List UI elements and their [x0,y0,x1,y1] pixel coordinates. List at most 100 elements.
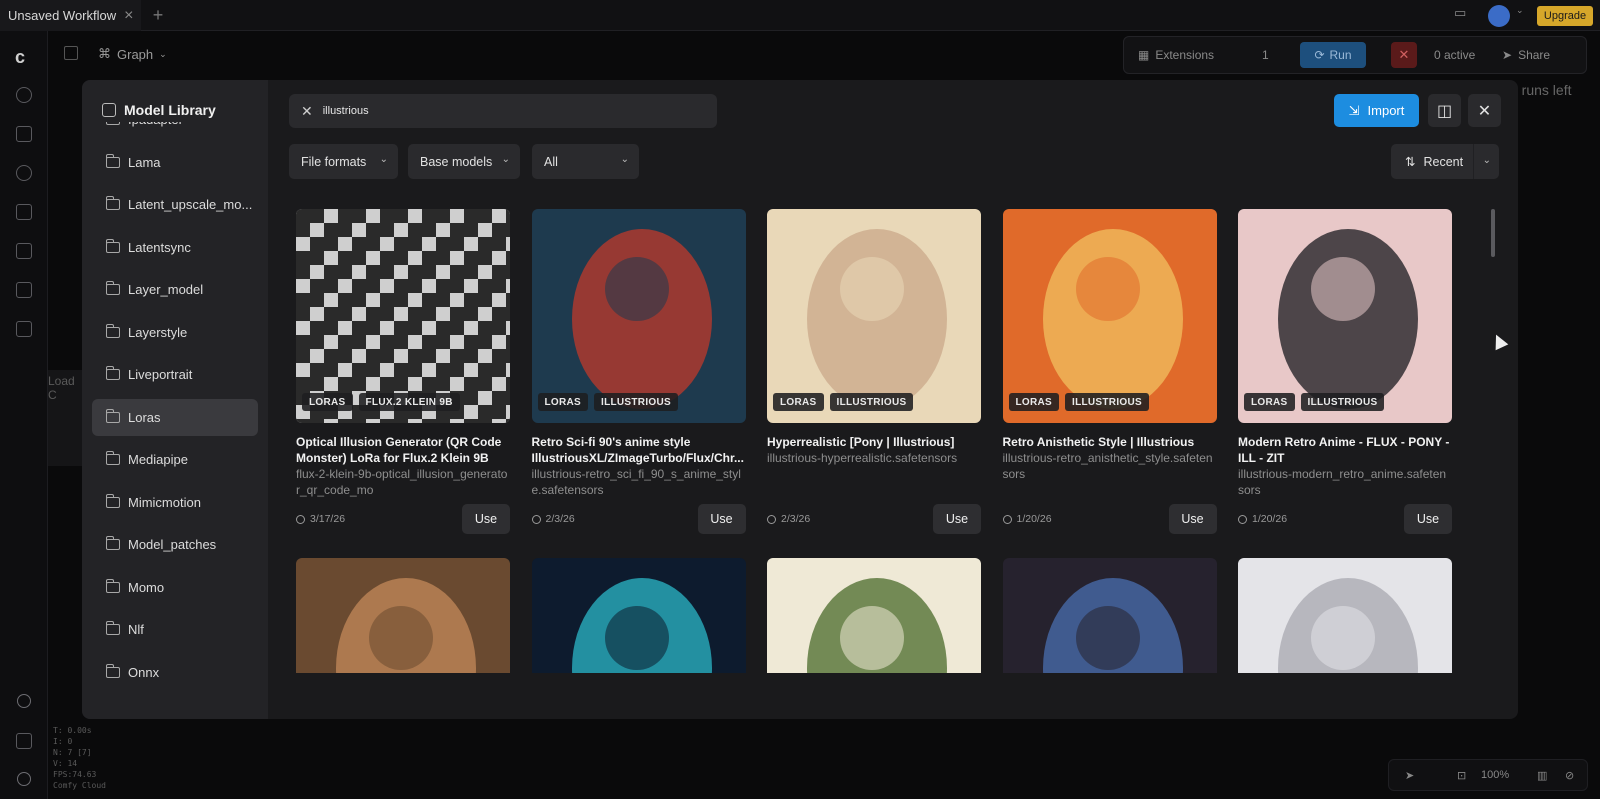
grid-scrollbar[interactable] [1491,209,1495,673]
image-icon[interactable] [16,126,32,142]
folder-item[interactable]: Latent_upscale_mo... [92,186,258,223]
graph-label: Graph [117,46,154,62]
avatar[interactable] [1488,5,1510,27]
graph-icon: ⌘ [98,46,111,61]
workflow-icon[interactable] [16,243,32,259]
model-card[interactable] [767,558,981,673]
model-icon[interactable] [16,204,32,220]
debug-line: FPS:74.63 [53,770,97,779]
toggle-panel-icon[interactable]: ◫ [1428,94,1461,127]
model-thumbnail[interactable] [1238,558,1452,673]
folder-item[interactable]: Layerstyle [92,314,258,351]
link-visibility-icon[interactable]: ⊘ [1565,769,1574,782]
add-tab-icon[interactable]: + [148,5,168,25]
folder-icon [105,663,120,678]
panel-toggle-icon[interactable] [64,46,78,60]
all-dropdown[interactable]: All ⌄ [532,144,639,179]
use-button[interactable]: Use [933,504,981,534]
model-date: 3/17/26 [296,513,345,525]
model-card[interactable]: LORAS ILLUSTRIOUS Retro Anisthetic Style |… [1002,209,1217,539]
tab-workflow[interactable]: Unsaved Workflow × [0,0,142,31]
node-icon[interactable] [16,165,32,181]
model-thumbnail[interactable]: LORAS ILLUSTRIOUS [767,209,981,423]
use-button[interactable]: Use [697,504,746,534]
canvas-node[interactable]: Load C [48,370,82,466]
model-filename: illustrious-retro_sci_fi_90_s_anime_styl… [531,467,741,497]
chevron-down-icon: ⌄ [501,154,510,165]
search-box[interactable]: ✕ [289,94,717,128]
folder-item[interactable]: Nlf [92,611,258,648]
folder-item[interactable]: Model_patches [92,526,258,563]
folder-item[interactable]: Mimicmotion [92,484,258,521]
model-card[interactable] [1238,558,1452,673]
folder-item[interactable]: Liveportrait [92,356,258,393]
minimap-icon[interactable]: ▥ [1537,769,1547,782]
pointer-icon[interactable]: ➤ [1405,769,1414,782]
thumbnail-art [296,558,510,673]
run-button[interactable]: ⟳ Run [1300,42,1366,68]
template-icon[interactable] [16,282,32,298]
import-button[interactable]: ⇲ Import [1334,94,1419,127]
chevron-down-icon[interactable]: ⌄ [1516,5,1524,16]
model-title: Modern Retro Anime - FLUX - PONY - ILL -… [1238,435,1450,465]
tag-badge: LORAS [773,393,824,411]
use-button[interactable]: Use [1404,504,1452,534]
keyboard-icon[interactable] [16,733,32,749]
folder-item[interactable]: Mediapipe [92,441,258,478]
sort-dropdown[interactable]: ⇅ Recent ⌄ [1391,144,1499,179]
settings-icon[interactable] [17,772,31,786]
model-thumbnail[interactable]: LORAS ILLUSTRIOUS [1002,209,1217,423]
zoom-level[interactable]: 100% [1481,769,1509,781]
folder-item[interactable]: Ipadapter [92,122,258,138]
search-input[interactable] [322,105,683,117]
queue-count-input[interactable]: 1 [1262,48,1269,62]
history-icon[interactable] [16,87,32,103]
folder-item[interactable]: Loras [92,398,258,436]
model-thumbnail[interactable] [296,558,510,673]
close-icon[interactable]: × [124,7,133,25]
folder-icon [105,536,120,550]
layout-icon[interactable] [16,321,32,337]
model-card[interactable]: LORAS ILLUSTRIOUS Retro Sci-fi 90's anime … [531,209,746,539]
clear-search-icon[interactable]: ✕ [301,103,313,120]
graph-menu-button[interactable]: ⌘ Graph ⌄ [90,42,175,66]
file-formats-dropdown[interactable]: File formats ⌄ [289,144,398,179]
model-thumbnail[interactable]: LORAS FLUX.2 KLEIN 9B [296,209,510,423]
model-card[interactable]: LORAS FLUX.2 KLEIN 9B Optical Illusion Gen… [296,209,510,539]
model-thumbnail[interactable] [1002,558,1217,673]
model-thumbnail[interactable]: LORAS ILLUSTRIOUS [1238,209,1452,423]
chat-icon[interactable]: ▭ [1454,5,1466,21]
use-button[interactable]: Use [462,504,510,534]
folder-icon [106,122,120,125]
help-icon[interactable] [17,694,31,708]
fit-view-icon[interactable]: ⊡ [1457,769,1466,782]
model-filename: illustrious-retro_anisthetic_style.safet… [1002,451,1213,481]
folder-item[interactable]: Onnx [92,654,258,691]
model-thumbnail[interactable] [767,558,981,673]
folder-item[interactable]: Lama [92,144,258,181]
model-thumbnail[interactable] [531,558,746,673]
use-button[interactable]: Use [1168,504,1217,534]
chevron-down-icon: ⌄ [620,154,629,165]
model-title: Optical Illusion Generator (QR Code Mons… [296,435,502,465]
folder-label: Mimicmotion [128,494,201,510]
folder-item[interactable]: Momo [92,569,258,606]
upgrade-button[interactable]: Upgrade [1537,6,1593,26]
close-modal-icon[interactable]: ✕ [1468,94,1501,127]
logo-icon[interactable]: c [15,47,25,68]
model-card[interactable] [296,558,510,673]
model-card[interactable]: LORAS ILLUSTRIOUS Modern Retro Anime - FLU… [1238,209,1452,539]
model-thumbnail[interactable]: LORAS ILLUSTRIOUS [531,209,746,423]
model-card[interactable] [1002,558,1217,673]
debug-line: V: 14 [53,759,78,768]
model-card[interactable]: LORAS ILLUSTRIOUS Hyperrealistic [Pony | I… [767,209,981,539]
base-models-dropdown[interactable]: Base models ⌄ [408,144,520,179]
share-button[interactable]: ➤ Share [1502,48,1550,62]
date-text: 2/3/26 [545,513,575,525]
stop-button[interactable]: ✕ [1391,42,1417,68]
scrollbar-thumb[interactable] [1491,209,1495,257]
folder-item[interactable]: Latentsync [92,229,258,266]
folder-item[interactable]: Layer_model [92,271,258,308]
model-card[interactable] [531,558,746,673]
extensions-button[interactable]: ▦ Extensions [1138,48,1214,62]
